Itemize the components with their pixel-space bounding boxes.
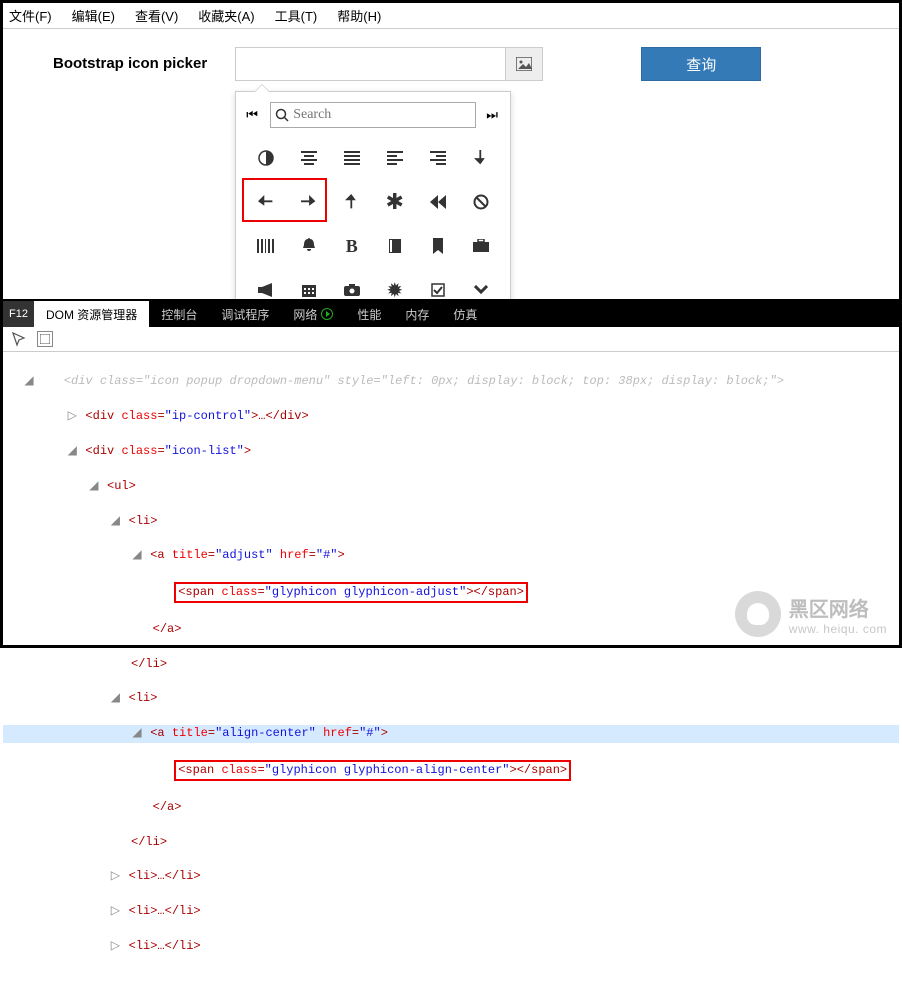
icon-backward[interactable] [416,180,459,224]
menubar: 文件(F) 编辑(E) 查看(V) 收藏夹(A) 工具(T) 帮助(H) [3,3,899,29]
tab-performance[interactable]: 性能 [345,301,393,327]
first-page-icon[interactable]: ⏮ [246,108,260,123]
picker-input[interactable] [235,47,505,81]
icon-bell[interactable] [287,224,330,268]
icon-arrow-left[interactable] [244,180,287,224]
highlight-span-2: <span class="glyphicon glyphicon-align-c… [174,760,571,781]
icon-align-center[interactable] [287,136,330,180]
menu-file[interactable]: 文件(F) [9,6,52,25]
tab-network[interactable]: 网络 [281,301,345,327]
icon-asterisk[interactable]: ✱ [373,180,416,224]
tab-dom-explorer[interactable]: DOM 资源管理器 [34,301,149,327]
tab-console[interactable]: 控制台 [149,301,209,327]
dom-source-tree[interactable]: ◢ <div class="icon popup dropdown-menu" … [3,352,899,996]
picker-wrapper: ⏮ ⏭ ✱ [235,47,543,81]
select-element-icon[interactable] [11,331,27,347]
icon-briefcase[interactable] [459,224,502,268]
icon-arrow-right[interactable] [287,180,330,224]
icon-grid: ✱ B ✹ [244,136,502,312]
icon-picker-popup: ⏮ ⏭ ✱ [235,91,511,313]
icon-ban-circle[interactable] [459,180,502,224]
devtools-panel: F12 DOM 资源管理器 控制台 调试程序 网络 性能 内存 仿真 ◢ <di… [3,299,899,645]
icon-barcode[interactable] [244,224,287,268]
record-icon [321,308,333,320]
icon-arrow-up[interactable] [330,180,373,224]
devtools-tabs: F12 DOM 资源管理器 控制台 调试程序 网络 性能 内存 仿真 [3,301,899,327]
icon-bold[interactable]: B [330,224,373,268]
menu-favorites[interactable]: 收藏夹(A) [198,6,254,25]
picker-searchbar: ⏮ ⏭ [244,98,502,136]
picture-icon [516,57,532,71]
search-input[interactable] [293,107,471,123]
search-field[interactable] [270,102,476,128]
icon-bookmark[interactable] [416,224,459,268]
icon-align-right[interactable] [416,136,459,180]
layout-icon[interactable] [37,331,53,347]
icon-book[interactable] [373,224,416,268]
menu-edit[interactable]: 编辑(E) [72,6,115,25]
icon-adjust[interactable] [244,136,287,180]
query-button[interactable]: 查询 [641,47,761,81]
last-page-icon[interactable]: ⏭ [486,108,500,123]
icon-arrow-down[interactable] [459,136,502,180]
tab-debugger[interactable]: 调试程序 [209,301,281,327]
menu-help[interactable]: 帮助(H) [337,6,381,25]
icon-align-justify[interactable] [330,136,373,180]
devtools-toolbar [3,327,899,352]
icon-align-left[interactable] [373,136,416,180]
menu-tools[interactable]: 工具(T) [275,6,318,25]
picker-addon-button[interactable] [505,47,543,81]
picker-label: Bootstrap icon picker [53,47,207,72]
search-icon [275,108,289,122]
menu-view[interactable]: 查看(V) [135,6,178,25]
highlight-span-1: <span class="glyphicon glyphicon-adjust"… [174,582,528,603]
tab-memory[interactable]: 内存 [393,301,441,327]
f12-label: F12 [3,301,34,327]
picker-input-group [235,47,543,81]
content-area: Bootstrap icon picker ⏮ ⏭ [3,29,899,91]
tab-emulation[interactable]: 仿真 [441,301,489,327]
